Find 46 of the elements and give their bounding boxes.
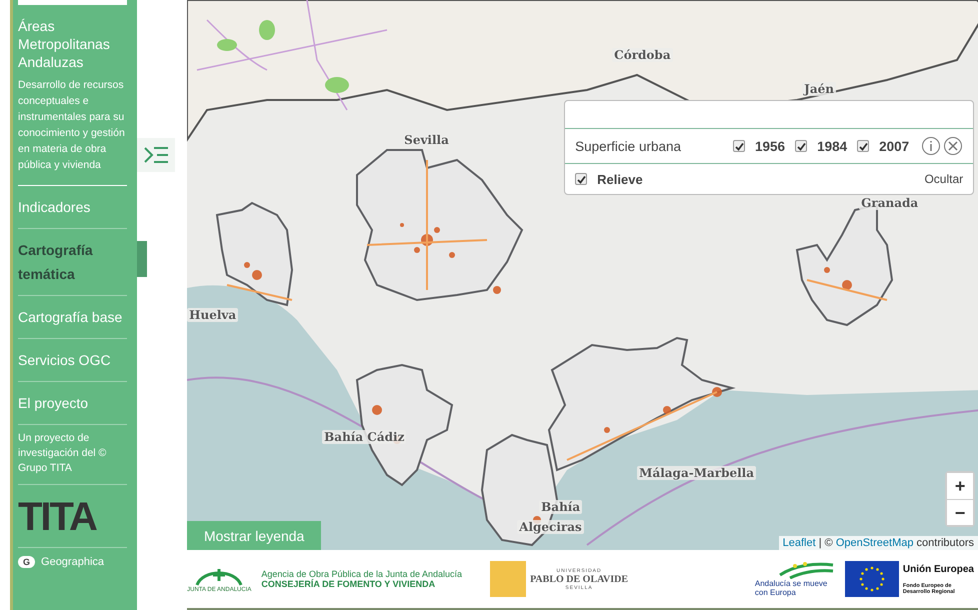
zoom-out-button[interactable]: − — [947, 499, 974, 525]
eu-flag-icon — [844, 561, 899, 597]
nav-item[interactable]: Indicadores — [18, 186, 128, 229]
layer-name: Superficie urbana — [575, 138, 681, 154]
openstreetmap-link[interactable]: OpenStreetMap — [836, 537, 914, 549]
place-label: Málaga-Marbella — [637, 466, 756, 480]
place-label: Bahía — [539, 500, 582, 514]
info-icon[interactable] — [921, 136, 942, 156]
brand-badge: G — [18, 556, 36, 568]
nav-item[interactable]: Cartografía temática — [18, 229, 128, 296]
year-label: 1956 — [755, 138, 786, 154]
place-label: Bahía Cádiz — [322, 430, 406, 444]
app-description: Desarrollo de recursos conceptuales e instrumentales para su conocimiento y gestión en materia de obra pública y vivienda — [18, 78, 126, 173]
nav-item[interactable]: Cartografía base — [18, 296, 128, 339]
place-label: Granada — [859, 196, 920, 210]
tita-logo: TITA — [18, 495, 96, 539]
map-view[interactable]: Córdoba Jaén Superficie urbana 1956 1984 2007 Relieve Ocultar Sevilla Granada Huelva Bahía Cádiz Málaga-Marbella Bahía Algeciras + − Mostrar leyenda Leaflet | © OpenStreetMap contributors — [187, 0, 978, 550]
menu-toggle-button[interactable] — [137, 138, 176, 172]
eu-label: Unión Europea — [902, 564, 974, 574]
year-label: 1984 — [817, 138, 848, 154]
leaflet-link[interactable]: Leaflet — [782, 537, 816, 549]
place-label: Córdoba — [612, 48, 673, 62]
relief-label: Relieve — [597, 172, 643, 186]
map-attribution: Leaflet | © OpenStreetMap contributors — [778, 536, 978, 550]
nav-item[interactable]: Servicios OGC — [18, 339, 128, 382]
andalucia-europe-logo: Andalucía se mueve con Europa — [754, 561, 835, 597]
place-label: Huelva — [187, 308, 238, 322]
hide-link[interactable]: Ocultar — [924, 172, 964, 186]
brand-name: Geographica — [41, 556, 104, 568]
place-label: Algeciras — [517, 520, 584, 534]
credit-text: Un proyecto de investigación del © Grupo TITA — [18, 431, 128, 485]
year-checkbox[interactable] — [733, 140, 746, 152]
close-icon[interactable] — [943, 136, 964, 156]
relief-checkbox[interactable] — [575, 173, 588, 185]
agency-name: Agencia de Obra Pública de la Junta de Andalucía — [261, 569, 462, 579]
menu-icon — [143, 146, 170, 164]
year-label: 2007 — [879, 138, 910, 154]
show-legend-button[interactable]: Mostrar leyenda — [187, 521, 322, 550]
year-checkbox[interactable] — [795, 140, 808, 152]
year-checkbox[interactable] — [857, 140, 870, 152]
active-tab-marker — [137, 241, 148, 277]
place-label: Jaén — [802, 82, 836, 96]
nav-item[interactable]: El proyecto — [18, 382, 128, 425]
place-label: Sevilla — [402, 133, 451, 147]
app-title: Áreas Metropolitanas Andaluzas — [18, 17, 111, 71]
ministry-name: CONSEJERÍA DE FOMENTO Y VIVIENDA — [261, 579, 436, 589]
